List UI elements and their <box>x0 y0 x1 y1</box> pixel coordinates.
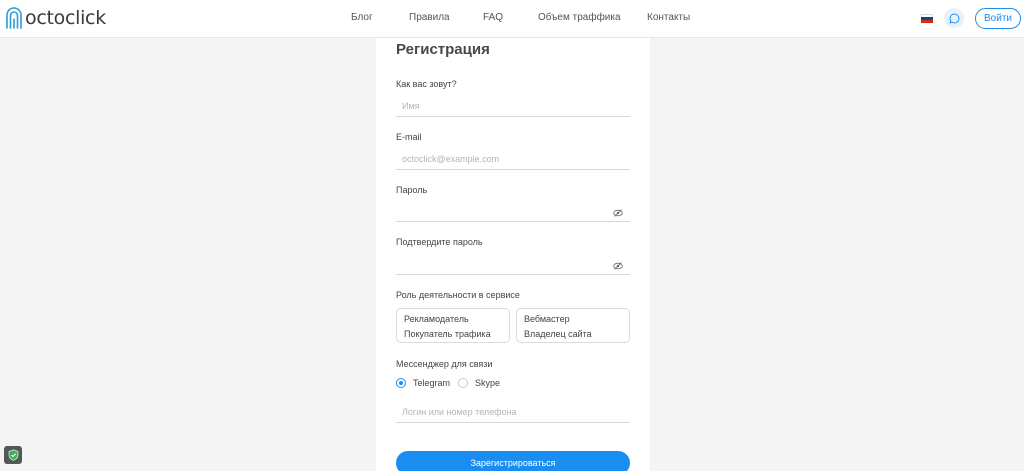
messenger-radio-telegram[interactable]: Telegram <box>396 377 450 389</box>
nav-link-rules[interactable]: Правила <box>409 12 450 23</box>
messenger-contact-input[interactable] <box>396 401 630 423</box>
role-option-title: Вебмастер <box>524 314 570 324</box>
email-label: E-mail <box>396 132 422 142</box>
nav-link-contacts[interactable]: Контакты <box>647 12 690 23</box>
role-option-webmaster[interactable]: Вебмастер Владелец сайта <box>516 308 630 343</box>
radio-label: Telegram <box>413 378 451 388</box>
register-button[interactable]: Зарегистрироваться <box>396 451 630 471</box>
eye-off-icon[interactable] <box>613 262 623 270</box>
chat-button[interactable] <box>944 8 964 28</box>
radio-dot <box>396 378 406 388</box>
messenger-radio-skype[interactable]: Skype <box>458 377 500 389</box>
eye-off-icon[interactable] <box>613 209 623 217</box>
language-flag-ru[interactable] <box>921 14 933 23</box>
registration-card: Регистрация Как вас зовут? E-mail Пароль… <box>376 38 650 471</box>
page-title: Регистрация <box>396 41 490 58</box>
role-option-title: Рекламодатель <box>404 314 469 324</box>
security-badge[interactable] <box>4 446 22 464</box>
name-label: Как вас зовут? <box>396 79 457 89</box>
password-label: Пароль <box>396 185 428 195</box>
role-option-advertiser[interactable]: Рекламодатель Покупатель трафика <box>396 308 510 343</box>
header: octoclick Блог Правила FAQ Объем траффик… <box>0 0 1024 38</box>
nav-link-blog[interactable]: Блог <box>351 12 373 23</box>
role-option-subtitle: Покупатель трафика <box>404 329 491 339</box>
chat-bubble-icon <box>948 13 959 24</box>
role-label: Роль деятельности в сервисе <box>396 290 520 300</box>
email-input[interactable] <box>396 148 630 170</box>
login-button[interactable]: Войти <box>975 8 1021 29</box>
nav-link-faq[interactable]: FAQ <box>483 12 503 23</box>
password-confirm-input[interactable] <box>396 253 630 275</box>
nav-link-traffic-volume[interactable]: Объем траффика <box>538 12 621 23</box>
password-confirm-label: Подтвердите пароль <box>396 237 483 247</box>
radio-label: Skype <box>475 378 501 388</box>
shield-icon <box>8 449 18 461</box>
flag-stripe-red <box>921 20 933 23</box>
password-input[interactable] <box>396 200 630 222</box>
role-option-subtitle: Владелец сайта <box>524 329 592 339</box>
radio-dot <box>458 378 468 388</box>
messenger-label: Мессенджер для связи <box>396 359 493 369</box>
main-nav: Блог Правила FAQ Объем траффика Контакты <box>0 12 1024 26</box>
name-input[interactable] <box>396 95 630 117</box>
